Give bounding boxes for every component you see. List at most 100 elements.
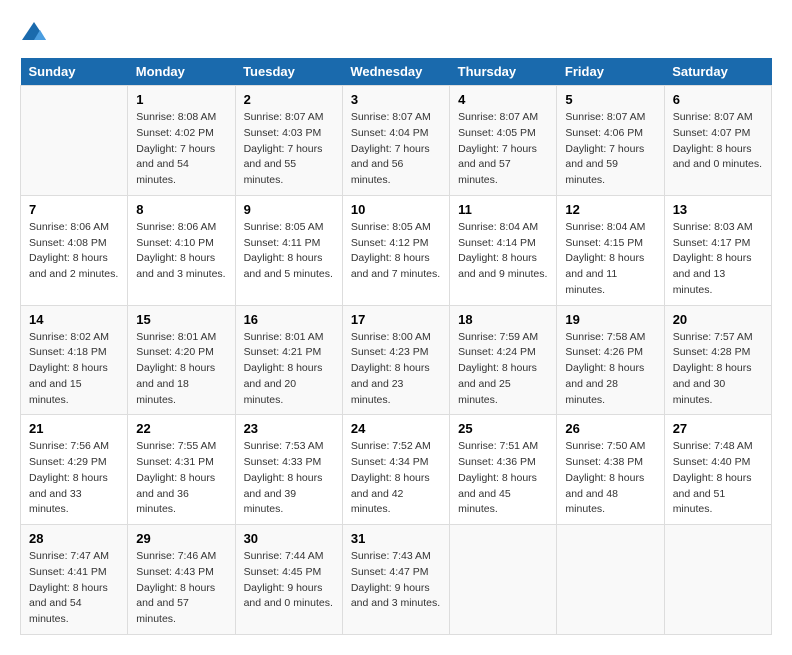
calendar-week-row: 28 Sunrise: 7:47 AMSunset: 4:41 PMDayligh… bbox=[21, 525, 772, 635]
day-number: 17 bbox=[351, 312, 441, 327]
day-info: Sunrise: 7:59 AMSunset: 4:24 PMDaylight:… bbox=[458, 330, 548, 409]
day-info: Sunrise: 8:00 AMSunset: 4:23 PMDaylight:… bbox=[351, 330, 441, 409]
day-info: Sunrise: 7:50 AMSunset: 4:38 PMDaylight:… bbox=[565, 439, 655, 518]
day-number: 10 bbox=[351, 202, 441, 217]
day-info: Sunrise: 7:48 AMSunset: 4:40 PMDaylight:… bbox=[673, 439, 763, 518]
calendar-cell: 14Sunrise: 8:02 AMSunset: 4:18 PMDayligh… bbox=[21, 305, 128, 415]
day-number: 1 bbox=[136, 92, 226, 107]
logo-icon bbox=[20, 20, 48, 48]
day-info: Sunrise: 7:47 AMSunset: 4:41 PMDaylight:… bbox=[29, 549, 119, 628]
day-number: 30 bbox=[244, 531, 334, 546]
calendar-cell: 30Sunrise: 7:44 AMSunset: 4:45 PMDayligh… bbox=[235, 525, 342, 635]
calendar-cell bbox=[557, 525, 664, 635]
calendar-cell: 12Sunrise: 8:04 AMSunset: 4:15 PMDayligh… bbox=[557, 195, 664, 305]
calendar-cell: 1 Sunrise: 8:08 AMSunset: 4:02 PMDaylight… bbox=[128, 86, 235, 196]
day-number: 7 bbox=[29, 202, 119, 217]
day-number: 3 bbox=[351, 92, 441, 107]
day-number: 25 bbox=[458, 421, 548, 436]
weekday-header-row: SundayMondayTuesdayWednesdayThursdayFrid… bbox=[21, 58, 772, 86]
day-number: 29 bbox=[136, 531, 226, 546]
calendar-week-row: 1 Sunrise: 8:08 AMSunset: 4:02 PMDaylight… bbox=[21, 86, 772, 196]
page-header bbox=[20, 20, 772, 48]
calendar-cell: 28 Sunrise: 7:47 AMSunset: 4:41 PMDayligh… bbox=[21, 525, 128, 635]
day-info: Sunrise: 7:51 AMSunset: 4:36 PMDaylight:… bbox=[458, 439, 548, 518]
day-info: Sunrise: 8:05 AMSunset: 4:11 PMDaylight:… bbox=[244, 220, 334, 283]
calendar-cell bbox=[664, 525, 771, 635]
calendar-cell: 5Sunrise: 8:07 AMSunset: 4:06 PMDaylight… bbox=[557, 86, 664, 196]
day-number: 2 bbox=[244, 92, 334, 107]
calendar-table: SundayMondayTuesdayWednesdayThursdayFrid… bbox=[20, 58, 772, 635]
day-number: 4 bbox=[458, 92, 548, 107]
day-info: Sunrise: 7:53 AMSunset: 4:33 PMDaylight:… bbox=[244, 439, 334, 518]
calendar-cell: 15 Sunrise: 8:01 AMSunset: 4:20 PMDayligh… bbox=[128, 305, 235, 415]
calendar-cell: 25 Sunrise: 7:51 AMSunset: 4:36 PMDayligh… bbox=[450, 415, 557, 525]
day-number: 20 bbox=[673, 312, 763, 327]
day-number: 11 bbox=[458, 202, 548, 217]
day-info: Sunrise: 8:08 AMSunset: 4:02 PMDaylight:… bbox=[136, 110, 226, 189]
calendar-cell: 22Sunrise: 7:55 AMSunset: 4:31 PMDayligh… bbox=[128, 415, 235, 525]
weekday-header-friday: Friday bbox=[557, 58, 664, 86]
day-info: Sunrise: 8:07 AMSunset: 4:03 PMDaylight:… bbox=[244, 110, 334, 189]
day-info: Sunrise: 7:56 AMSunset: 4:29 PMDaylight:… bbox=[29, 439, 119, 518]
calendar-cell: 24 Sunrise: 7:52 AMSunset: 4:34 PMDayligh… bbox=[342, 415, 449, 525]
calendar-cell: 13 Sunrise: 8:03 AMSunset: 4:17 PMDayligh… bbox=[664, 195, 771, 305]
day-number: 8 bbox=[136, 202, 226, 217]
calendar-cell: 18Sunrise: 7:59 AMSunset: 4:24 PMDayligh… bbox=[450, 305, 557, 415]
day-info: Sunrise: 8:04 AMSunset: 4:15 PMDaylight:… bbox=[565, 220, 655, 299]
day-number: 19 bbox=[565, 312, 655, 327]
day-info: Sunrise: 8:02 AMSunset: 4:18 PMDaylight:… bbox=[29, 330, 119, 409]
calendar-cell: 23Sunrise: 7:53 AMSunset: 4:33 PMDayligh… bbox=[235, 415, 342, 525]
calendar-week-row: 14Sunrise: 8:02 AMSunset: 4:18 PMDayligh… bbox=[21, 305, 772, 415]
day-number: 16 bbox=[244, 312, 334, 327]
day-info: Sunrise: 7:46 AMSunset: 4:43 PMDaylight:… bbox=[136, 549, 226, 628]
calendar-cell: 4Sunrise: 8:07 AMSunset: 4:05 PMDaylight… bbox=[450, 86, 557, 196]
logo bbox=[20, 20, 52, 48]
day-number: 24 bbox=[351, 421, 441, 436]
day-number: 28 bbox=[29, 531, 119, 546]
day-number: 22 bbox=[136, 421, 226, 436]
day-number: 27 bbox=[673, 421, 763, 436]
day-info: Sunrise: 8:03 AMSunset: 4:17 PMDaylight:… bbox=[673, 220, 763, 299]
day-number: 15 bbox=[136, 312, 226, 327]
day-info: Sunrise: 7:57 AMSunset: 4:28 PMDaylight:… bbox=[673, 330, 763, 409]
day-number: 26 bbox=[565, 421, 655, 436]
day-info: Sunrise: 8:06 AMSunset: 4:08 PMDaylight:… bbox=[29, 220, 119, 283]
day-info: Sunrise: 8:07 AMSunset: 4:04 PMDaylight:… bbox=[351, 110, 441, 189]
calendar-week-row: 7 Sunrise: 8:06 AMSunset: 4:08 PMDaylight… bbox=[21, 195, 772, 305]
day-number: 9 bbox=[244, 202, 334, 217]
weekday-header-wednesday: Wednesday bbox=[342, 58, 449, 86]
weekday-header-sunday: Sunday bbox=[21, 58, 128, 86]
day-number: 5 bbox=[565, 92, 655, 107]
day-info: Sunrise: 8:01 AMSunset: 4:21 PMDaylight:… bbox=[244, 330, 334, 409]
weekday-header-saturday: Saturday bbox=[664, 58, 771, 86]
day-number: 13 bbox=[673, 202, 763, 217]
day-info: Sunrise: 8:06 AMSunset: 4:10 PMDaylight:… bbox=[136, 220, 226, 283]
calendar-cell bbox=[450, 525, 557, 635]
calendar-cell: 27 Sunrise: 7:48 AMSunset: 4:40 PMDayligh… bbox=[664, 415, 771, 525]
calendar-cell: 26 Sunrise: 7:50 AMSunset: 4:38 PMDayligh… bbox=[557, 415, 664, 525]
calendar-cell: 11 Sunrise: 8:04 AMSunset: 4:14 PMDayligh… bbox=[450, 195, 557, 305]
calendar-cell: 10Sunrise: 8:05 AMSunset: 4:12 PMDayligh… bbox=[342, 195, 449, 305]
day-info: Sunrise: 8:01 AMSunset: 4:20 PMDaylight:… bbox=[136, 330, 226, 409]
day-info: Sunrise: 7:52 AMSunset: 4:34 PMDaylight:… bbox=[351, 439, 441, 518]
day-info: Sunrise: 7:43 AMSunset: 4:47 PMDaylight:… bbox=[351, 549, 441, 612]
day-number: 6 bbox=[673, 92, 763, 107]
calendar-cell: 3 Sunrise: 8:07 AMSunset: 4:04 PMDaylight… bbox=[342, 86, 449, 196]
calendar-cell: 29 Sunrise: 7:46 AMSunset: 4:43 PMDayligh… bbox=[128, 525, 235, 635]
day-number: 21 bbox=[29, 421, 119, 436]
calendar-week-row: 21 Sunrise: 7:56 AMSunset: 4:29 PMDayligh… bbox=[21, 415, 772, 525]
weekday-header-monday: Monday bbox=[128, 58, 235, 86]
day-info: Sunrise: 8:04 AMSunset: 4:14 PMDaylight:… bbox=[458, 220, 548, 283]
calendar-cell: 19 Sunrise: 7:58 AMSunset: 4:26 PMDayligh… bbox=[557, 305, 664, 415]
calendar-cell: 7 Sunrise: 8:06 AMSunset: 4:08 PMDaylight… bbox=[21, 195, 128, 305]
calendar-cell: 21 Sunrise: 7:56 AMSunset: 4:29 PMDayligh… bbox=[21, 415, 128, 525]
calendar-cell: 20 Sunrise: 7:57 AMSunset: 4:28 PMDayligh… bbox=[664, 305, 771, 415]
calendar-cell: 17 Sunrise: 8:00 AMSunset: 4:23 PMDayligh… bbox=[342, 305, 449, 415]
calendar-cell: 31Sunrise: 7:43 AMSunset: 4:47 PMDayligh… bbox=[342, 525, 449, 635]
weekday-header-thursday: Thursday bbox=[450, 58, 557, 86]
day-info: Sunrise: 7:58 AMSunset: 4:26 PMDaylight:… bbox=[565, 330, 655, 409]
calendar-cell: 6 Sunrise: 8:07 AMSunset: 4:07 PMDaylight… bbox=[664, 86, 771, 196]
calendar-cell: 9 Sunrise: 8:05 AMSunset: 4:11 PMDaylight… bbox=[235, 195, 342, 305]
day-info: Sunrise: 8:07 AMSunset: 4:07 PMDaylight:… bbox=[673, 110, 763, 173]
weekday-header-tuesday: Tuesday bbox=[235, 58, 342, 86]
